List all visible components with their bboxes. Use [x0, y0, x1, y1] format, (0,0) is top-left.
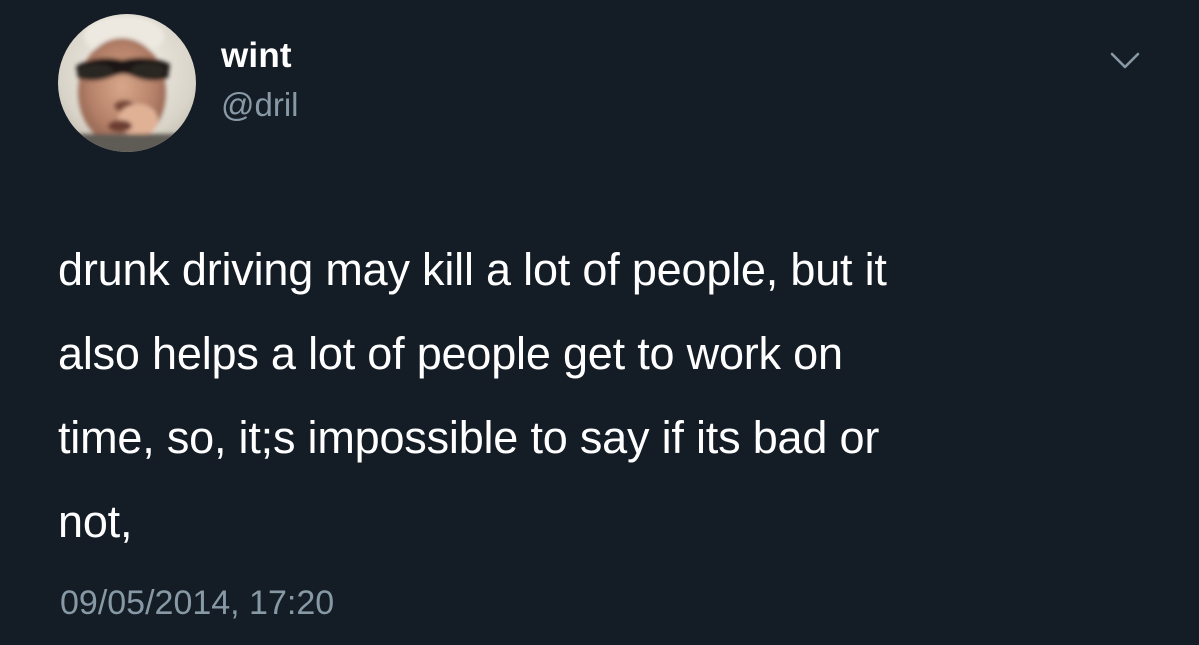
tweet-card: wint @dril drunk driving may kill a lot … [0, 0, 1199, 645]
author-display-name[interactable]: wint [221, 36, 292, 76]
avatar-image [58, 14, 196, 152]
avatar[interactable] [58, 14, 196, 152]
chevron-down-icon-glyph [1110, 52, 1140, 69]
author-handle[interactable]: @dril [221, 86, 299, 124]
chevron-down-icon[interactable] [1108, 48, 1142, 74]
tweet-timestamp[interactable]: 09/05/2014, 17:20 [60, 584, 334, 623]
tweet-text: drunk driving may kill a lot of people, … [58, 244, 887, 547]
